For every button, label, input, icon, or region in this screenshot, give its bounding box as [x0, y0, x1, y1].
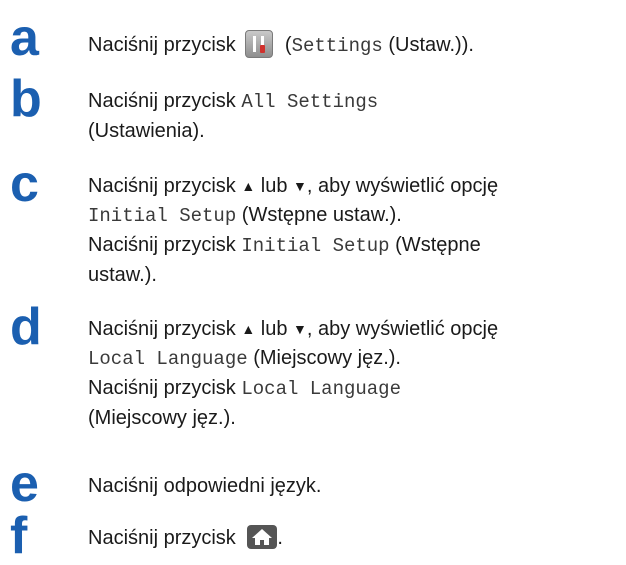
text-segment: Naciśnij odpowiedni język.: [88, 475, 322, 497]
text-segment: ustaw.).: [88, 264, 157, 286]
text-segment: Naciśnij przycisk: [88, 175, 242, 197]
text-line: (Miejscowy jęz.).: [88, 404, 618, 433]
step-text: Naciśnij odpowiedni język.: [88, 472, 618, 501]
text-segment: lub: [255, 318, 294, 340]
text-line: Naciśnij przycisk All Settings: [88, 87, 618, 117]
button-name: Initial Setup: [88, 205, 237, 227]
step-text: Naciśnij przycisk All Settings (Ustawien…: [88, 87, 618, 146]
text-line: Initial Setup (Wstępne ustaw.).: [88, 201, 618, 231]
text-line: (Ustawienia).: [88, 117, 618, 146]
step-text: Naciśnij przycisk .: [88, 524, 618, 553]
text-segment: Naciśnij przycisk: [88, 90, 242, 112]
button-name: Settings: [291, 35, 383, 57]
step-text: Naciśnij przycisk ▲ lub ▼, aby wyświetli…: [88, 315, 618, 433]
text-segment: lub: [255, 175, 294, 197]
up-arrow-icon: ▲: [241, 321, 256, 337]
text-line: Local Language (Miejscowy jęz.).: [88, 344, 618, 374]
up-arrow-icon: ▲: [241, 178, 256, 194]
text-segment: , aby wyświetlić opcję: [306, 175, 499, 197]
text-segment: Naciśnij przycisk: [88, 318, 242, 340]
step-letter: a: [10, 9, 39, 67]
button-name: All Settings: [241, 91, 379, 113]
step-letter: e: [10, 455, 39, 513]
text-segment: (Ustaw.)).: [382, 34, 474, 56]
text-segment: (Wstępne: [389, 234, 481, 256]
button-name: Initial Setup: [241, 235, 390, 257]
text-segment: Naciśnij przycisk: [88, 234, 242, 256]
text-segment: Naciśnij przycisk: [88, 527, 242, 549]
button-name: Local Language: [241, 378, 401, 400]
text-line: Naciśnij przycisk ▲ lub ▼, aby wyświetli…: [88, 315, 618, 344]
text-segment: , aby wyświetlić opcję: [306, 318, 499, 340]
settings-icon: [245, 30, 274, 58]
home-icon: [247, 525, 278, 549]
text-segment: (Miejscowy jęz.).: [88, 407, 236, 429]
step-text: Naciśnij przycisk ▲ lub ▼, aby wyświetli…: [88, 172, 618, 290]
text-segment: (Wstępne ustaw.).: [236, 204, 402, 226]
text-segment: Naciśnij przycisk: [88, 377, 242, 399]
text-line: Naciśnij przycisk Local Language: [88, 374, 618, 404]
step-letter: c: [10, 155, 39, 213]
text-line: Naciśnij odpowiedni język.: [88, 472, 618, 501]
step-letter: d: [10, 298, 42, 356]
down-arrow-icon: ▼: [293, 321, 307, 337]
text-segment: .: [277, 527, 283, 549]
text-segment: Naciśnij przycisk: [88, 34, 242, 56]
step-text: Naciśnij przycisk (Settings (Ustaw.)).: [88, 30, 618, 61]
step-letter: f: [10, 507, 28, 565]
text-segment: (Miejscowy jęz.).: [247, 347, 401, 369]
text-line: Naciśnij przycisk ▲ lub ▼, aby wyświetli…: [88, 172, 618, 201]
button-name: Local Language: [88, 348, 248, 370]
text-segment: (: [279, 34, 292, 56]
text-line: Naciśnij przycisk Initial Setup (Wstępne: [88, 231, 618, 261]
down-arrow-icon: ▼: [293, 178, 307, 194]
text-line: ustaw.).: [88, 261, 618, 290]
text-segment: (Ustawienia).: [88, 120, 205, 142]
text-line: Naciśnij przycisk .: [88, 524, 618, 553]
step-letter: b: [10, 70, 42, 128]
